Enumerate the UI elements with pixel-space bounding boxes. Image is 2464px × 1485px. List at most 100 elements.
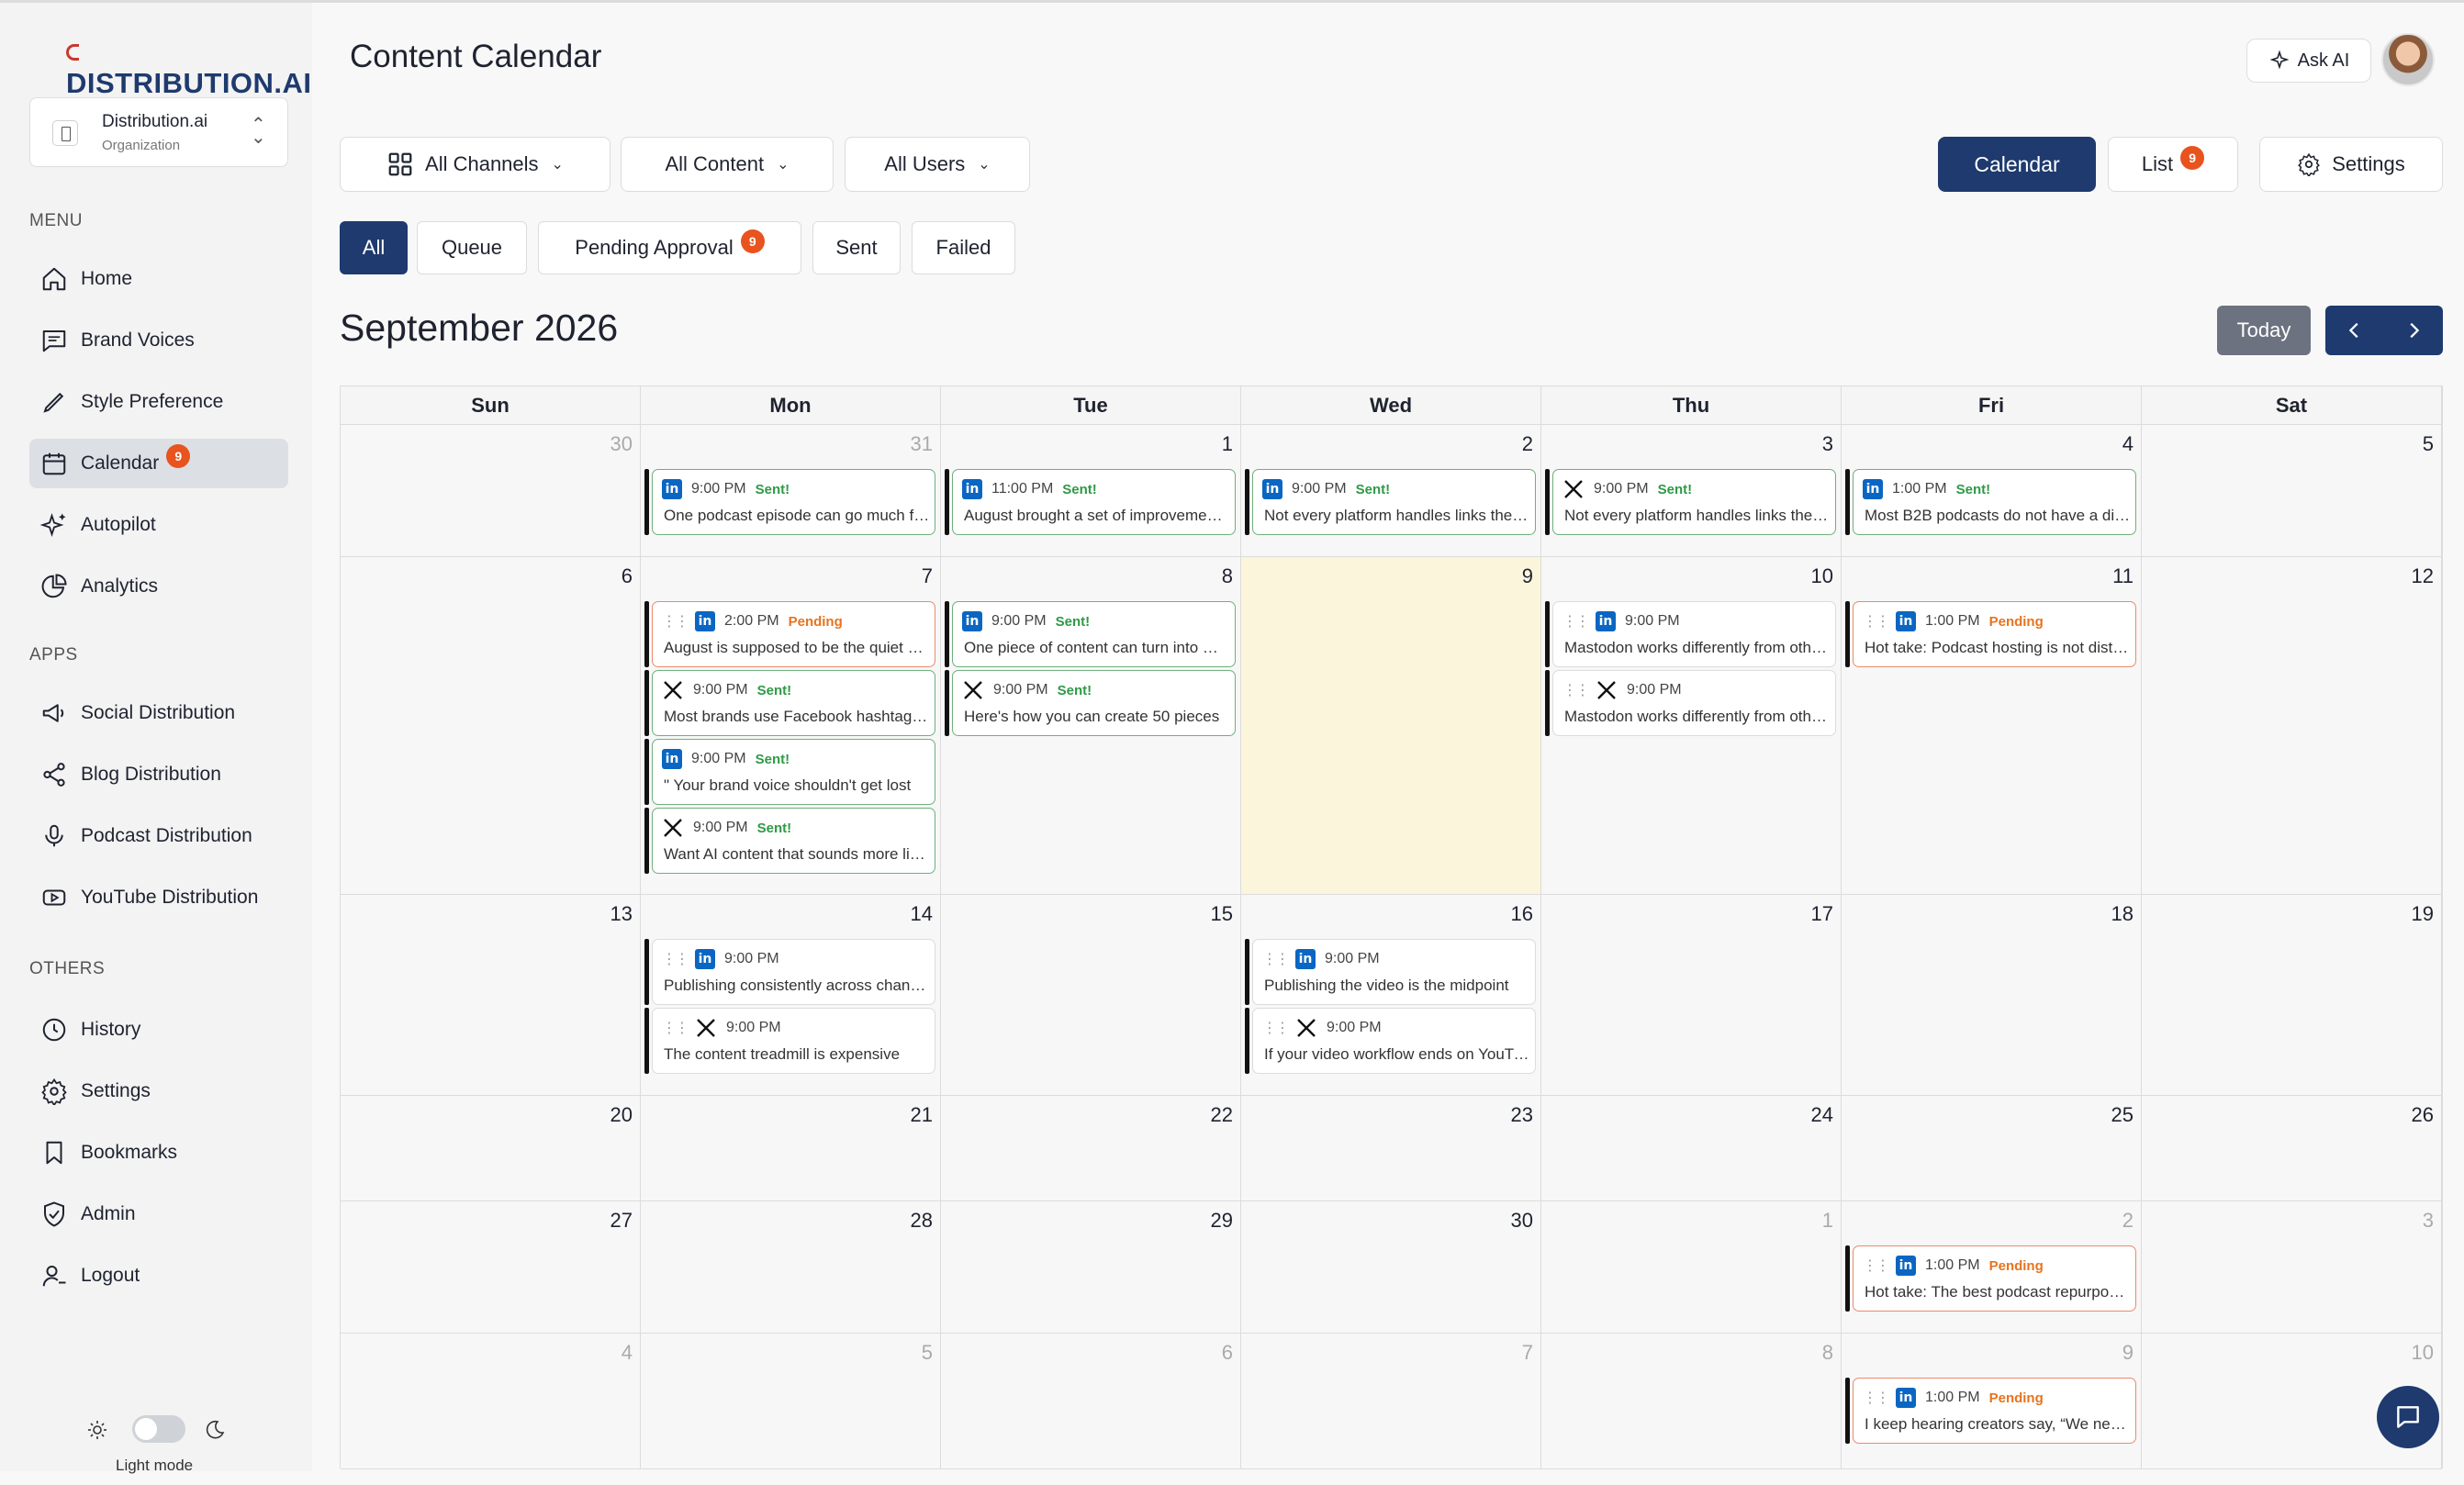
sidebar-item-social-distribution[interactable]: Social Distribution [29,688,288,738]
calendar-day-cell[interactable]: 8 [1541,1334,1842,1469]
drag-handle-icon[interactable]: ⋮⋮ [1562,612,1590,631]
list-view-button[interactable]: List 9 [2108,137,2238,192]
users-filter[interactable]: All Users ⌄ [845,137,1030,192]
calendar-event-card[interactable]: in 9:00 PM Sent! " Your brand voice shouldn… [644,739,935,805]
calendar-day-cell[interactable]: 4 [341,1334,641,1469]
sidebar-item-style-preference[interactable]: Style Preference [29,377,288,427]
calendar-day-cell[interactable]: 9 [1241,557,1541,895]
tab-failed[interactable]: Failed [912,221,1015,274]
next-month-button[interactable] [2384,306,2443,355]
calendar-day-cell[interactable]: 23 [1241,1096,1541,1201]
calendar-day-cell[interactable]: 25 [1842,1096,2142,1201]
sidebar-item-blog-distribution[interactable]: Blog Distribution [29,750,288,799]
chat-launcher-button[interactable] [2377,1386,2439,1448]
sidebar-item-admin[interactable]: Admin [29,1189,288,1239]
calendar-event-card[interactable]: ⋮⋮ in 9:00 PM Mastodon works differently fr… [1545,601,1836,667]
channels-filter[interactable]: All Channels ⌄ [340,137,610,192]
calendar-event-card[interactable]: ⋮⋮ in 1:00 PM Pending Hot take: Podcast host… [1845,601,2136,667]
calendar-day-cell[interactable]: 12 [2142,557,2442,895]
calendar-event-card[interactable]: ⋮⋮ in 9:00 PM Publishing the video is the m… [1245,939,1536,1005]
calendar-day-cell[interactable]: 26 [2142,1096,2442,1201]
calendar-event-card[interactable]: ⋮⋮ in 2:00 PM Pending August is supposed to … [644,601,935,667]
calendar-day-cell[interactable]: 1 in 11:00 PM Sent! August brought a set of … [941,425,1241,557]
calendar-event-card[interactable]: 9:00 PM Sent! Here's how you can create 50… [945,670,1236,736]
calendar-event-card[interactable]: in 9:00 PM Sent! One podcast episode can go… [644,469,935,535]
drag-handle-icon[interactable]: ⋮⋮ [662,950,689,968]
calendar-day-cell[interactable]: 4 in 1:00 PM Sent! Most B2B podcasts do not … [1842,425,2142,557]
sidebar-item-youtube-distribution[interactable]: YouTube Distribution [29,873,288,922]
content-filter[interactable]: All Content ⌄ [621,137,834,192]
drag-handle-icon[interactable]: ⋮⋮ [1262,1019,1290,1037]
brand-logo[interactable]: DISTRIBUTION.AI [66,34,312,100]
drag-handle-icon[interactable]: ⋮⋮ [1562,681,1590,699]
sidebar-item-home[interactable]: Home [29,254,288,304]
calendar-day-cell[interactable]: 19 [2142,895,2442,1096]
calendar-day-cell[interactable]: 5 [2142,425,2442,557]
calendar-day-cell[interactable]: 30 [341,425,641,557]
calendar-day-cell[interactable]: 1 [1541,1201,1842,1334]
calendar-view-button[interactable]: Calendar [1938,137,2096,192]
calendar-event-card[interactable]: in 9:00 PM Sent! Not every platform handles… [1245,469,1536,535]
tab-all[interactable]: All [340,221,408,274]
calendar-event-card[interactable]: ⋮⋮ in 9:00 PM Publishing consistently acros… [644,939,935,1005]
calendar-day-cell[interactable]: 7 [1241,1334,1541,1469]
drag-handle-icon[interactable]: ⋮⋮ [662,1019,689,1037]
ask-ai-button[interactable]: Ask AI [2246,39,2371,83]
tab-pending-approval[interactable]: Pending Approval 9 [538,221,801,274]
calendar-day-cell[interactable]: 7 ⋮⋮ in 2:00 PM Pending August is supposed to… [641,557,941,895]
sidebar-item-analytics[interactable]: Analytics [29,562,288,611]
calendar-day-cell[interactable]: 8 in 9:00 PM Sent! One piece of content can … [941,557,1241,895]
drag-handle-icon[interactable]: ⋮⋮ [1863,1389,1890,1407]
calendar-event-card[interactable]: ⋮⋮ in 1:00 PM Pending I keep hearing creator… [1845,1378,2136,1444]
calendar-day-cell[interactable]: 18 [1842,895,2142,1096]
calendar-day-cell[interactable]: 21 [641,1096,941,1201]
sidebar-item-history[interactable]: History [29,1005,288,1055]
calendar-day-cell[interactable]: 5 [641,1334,941,1469]
sidebar-item-autopilot[interactable]: Autopilot [29,500,288,550]
sidebar-item-bookmarks[interactable]: Bookmarks [29,1128,288,1178]
calendar-day-cell[interactable]: 20 [341,1096,641,1201]
calendar-day-cell[interactable]: 27 [341,1201,641,1334]
sidebar-item-brand-voices[interactable]: Brand Voices [29,316,288,365]
theme-toggle[interactable] [132,1415,185,1443]
org-switcher[interactable]: Distribution.ai Organization ⌃ ⌄ [29,97,288,167]
calendar-event-card[interactable]: ⋮⋮ 9:00 PM The content treadmill is expens… [644,1008,935,1074]
calendar-day-cell[interactable]: 9 ⋮⋮ in 1:00 PM Pending I keep hearing creato… [1842,1334,2142,1469]
sidebar-item-logout[interactable]: Logout [29,1251,288,1301]
calendar-day-cell[interactable]: 30 [1241,1201,1541,1334]
calendar-event-card[interactable]: 9:00 PM Sent! Want AI content that sounds … [644,808,935,874]
calendar-day-cell[interactable]: 2 ⋮⋮ in 1:00 PM Pending Hot take: The best po… [1842,1201,2142,1334]
calendar-event-card[interactable]: in 1:00 PM Sent! Most B2B podcasts do not h… [1845,469,2136,535]
tab-queue[interactable]: Queue [417,221,527,274]
calendar-day-cell[interactable]: 15 [941,895,1241,1096]
calendar-day-cell[interactable]: 17 [1541,895,1842,1096]
calendar-event-card[interactable]: 9:00 PM Sent! Not every platform handles l… [1545,469,1836,535]
user-avatar[interactable] [2381,33,2435,86]
calendar-day-cell[interactable]: 22 [941,1096,1241,1201]
calendar-day-cell[interactable]: 31 in 9:00 PM Sent! One podcast episode can … [641,425,941,557]
calendar-event-card[interactable]: 9:00 PM Sent! Most brands use Facebook has… [644,670,935,736]
calendar-day-cell[interactable]: 10 ⋮⋮ in 9:00 PM Mastodon works differently … [1541,557,1842,895]
calendar-event-card[interactable]: ⋮⋮ in 1:00 PM Pending Hot take: The best pod… [1845,1245,2136,1312]
calendar-day-cell[interactable]: 16 ⋮⋮ in 9:00 PM Publishing the video is the… [1241,895,1541,1096]
calendar-event-card[interactable]: ⋮⋮ 9:00 PM If your video workflow ends on … [1245,1008,1536,1074]
calendar-day-cell[interactable]: 6 [941,1334,1241,1469]
drag-handle-icon[interactable]: ⋮⋮ [1262,950,1290,968]
sidebar-item-calendar[interactable]: Calendar 9 [29,439,288,488]
calendar-day-cell[interactable]: 28 [641,1201,941,1334]
calendar-day-cell[interactable]: 13 [341,895,641,1096]
calendar-day-cell[interactable]: 3 [2142,1201,2442,1334]
calendar-day-cell[interactable]: 6 [341,557,641,895]
tab-sent[interactable]: Sent [812,221,901,274]
sidebar-item-podcast-distribution[interactable]: Podcast Distribution [29,811,288,861]
calendar-day-cell[interactable]: 11 ⋮⋮ in 1:00 PM Pending Hot take: Podcast ho… [1842,557,2142,895]
calendar-event-card[interactable]: ⋮⋮ 9:00 PM Mastodon works differently from… [1545,670,1836,736]
drag-handle-icon[interactable]: ⋮⋮ [662,612,689,631]
calendar-day-cell[interactable]: 24 [1541,1096,1842,1201]
prev-month-button[interactable] [2325,306,2384,355]
calendar-event-card[interactable]: in 11:00 PM Sent! August brought a set of i… [945,469,1236,535]
calendar-settings-button[interactable]: Settings [2259,137,2443,192]
drag-handle-icon[interactable]: ⋮⋮ [1863,1256,1890,1275]
drag-handle-icon[interactable]: ⋮⋮ [1863,612,1890,631]
calendar-event-card[interactable]: in 9:00 PM Sent! One piece of content can t… [945,601,1236,667]
